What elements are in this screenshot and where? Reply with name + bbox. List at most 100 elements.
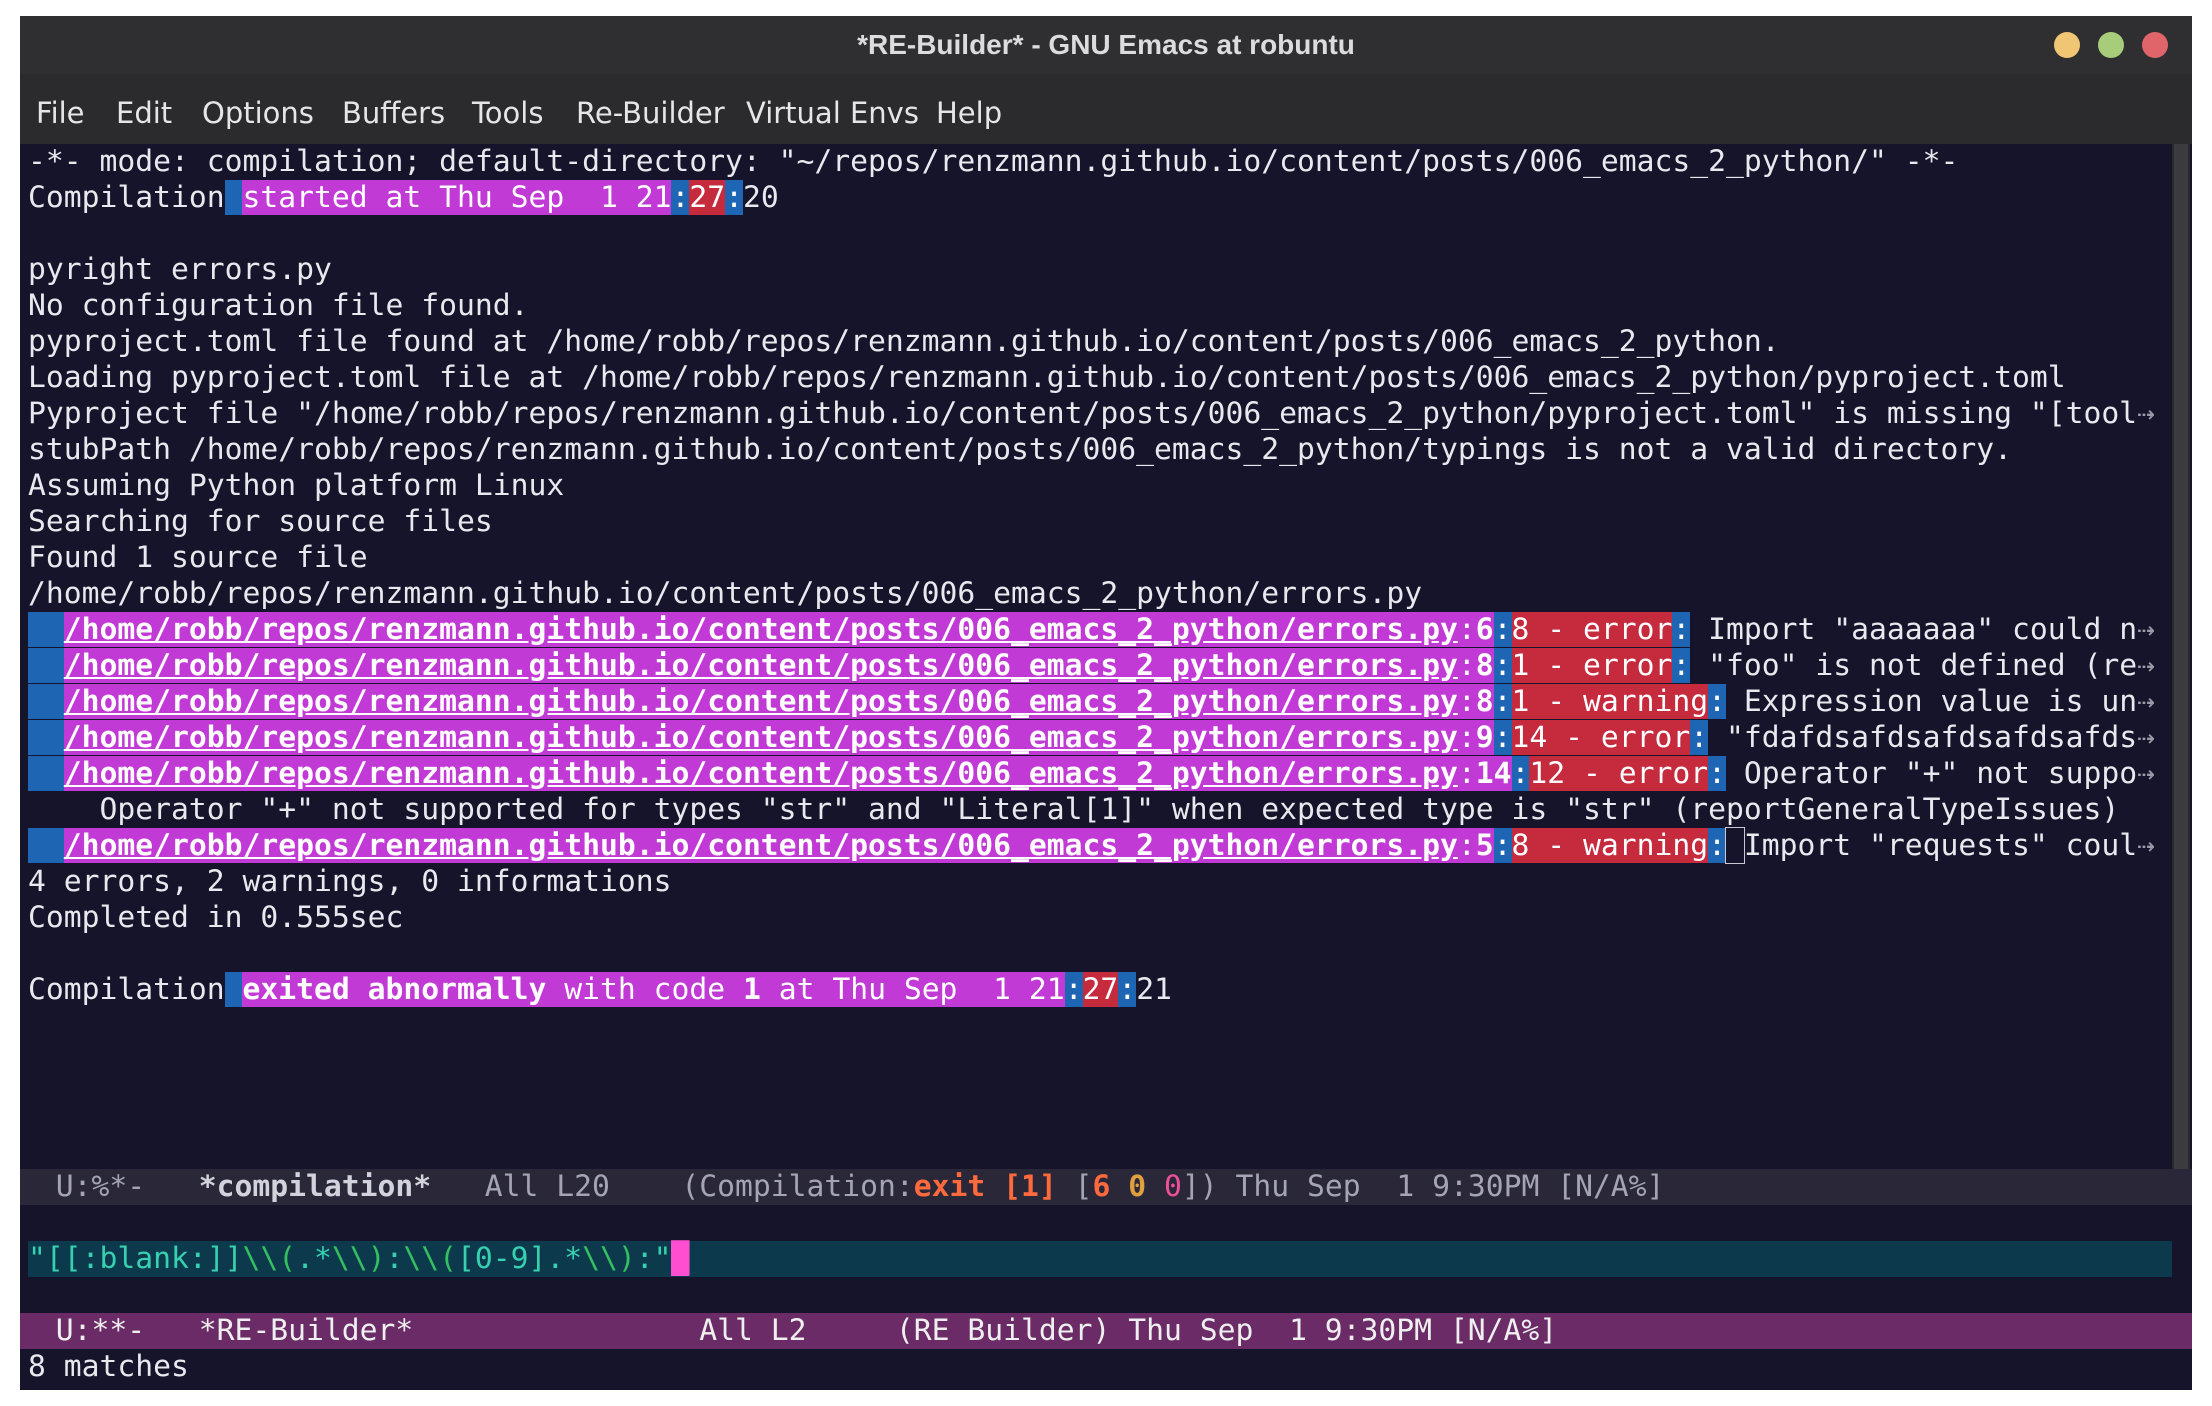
rebuilder-mode-line: U:**- *RE-Builder* All L2 (RE Builder) T… (20, 1313, 2192, 1349)
log-line: /home/robb/repos/renzmann.github.io/cont… (28, 576, 1423, 611)
summary-line: 4 errors, 2 warnings, 0 informations (28, 864, 672, 899)
match-path[interactable]: /home/robb/repos/renzmann.github.io/cont… (63, 828, 1458, 863)
match-message: Import "requests" coul (1743, 828, 2138, 863)
regexp-input[interactable]: "[[:blank:]]\\(.*\\):\\([0-9].*\\):"█ (28, 1241, 2172, 1277)
error-match-row[interactable]: /home/robb/repos/renzmann.github.io/cont… (28, 612, 2155, 648)
exited-mid-text: with code (546, 972, 743, 1007)
exited-second: 21 (1136, 972, 1172, 1007)
info-count: 0 (1163, 1169, 1182, 1204)
error-match-row[interactable]: /home/robb/repos/renzmann.github.io/cont… (28, 756, 2155, 792)
compilation-label: Compilation (28, 972, 225, 1007)
continuation-arrow-icon: ⇢ (2137, 648, 2155, 683)
regexp-quote: " (653, 1241, 672, 1276)
title-bar[interactable]: *RE-Builder* - GNU Emacs at robuntu (20, 16, 2192, 74)
scrollbar-thumb[interactable] (2174, 144, 2188, 1184)
completed-line: Completed in 0.555sec (28, 900, 404, 935)
regexp-colon: : (385, 1241, 404, 1276)
log-line: pyproject.toml file found at /home/robb/… (28, 324, 1780, 359)
buffer-state: U:%*- (55, 1169, 146, 1204)
buffer-position: All L20 (484, 1169, 610, 1204)
continuation-arrow-icon: ⇢ (2137, 684, 2155, 719)
minimize-button[interactable] (2054, 32, 2080, 58)
started-text: started at Thu Sep 1 21 (242, 180, 672, 215)
log-line: Pyproject file "/home/robb/repos/renzman… (28, 396, 2155, 432)
error-match-row[interactable]: /home/robb/repos/renzmann.github.io/cont… (28, 648, 2155, 684)
regexp-quote: " (28, 1241, 46, 1276)
menu-tools[interactable]: Tools (472, 96, 543, 130)
regexp-blank-class: [[:blank:]] (45, 1241, 243, 1276)
menu-virtual-envs[interactable]: Virtual Envs (746, 96, 919, 130)
exited-minute: 27 (1082, 972, 1119, 1007)
match-message: "fdafdsafdsafdsafdsafds (1708, 720, 2138, 755)
log-line: Found 1 source file (28, 540, 368, 575)
buffer-name[interactable]: *RE-Builder* (199, 1313, 413, 1348)
maximize-button[interactable] (2098, 32, 2124, 58)
warning-match-row[interactable]: /home/robb/repos/renzmann.github.io/cont… (28, 827, 2155, 864)
menu-re-builder[interactable]: Re-Builder (576, 96, 725, 130)
buffer-position: All L2 (699, 1313, 807, 1348)
log-line: Assuming Python platform Linux (28, 468, 565, 503)
exited-status: exited abnormally (242, 972, 547, 1007)
match-position: 1 - error (1511, 648, 1673, 683)
regexp-range: [0-9] (456, 1241, 547, 1276)
regexp-colon: : (635, 1241, 654, 1276)
match-path[interactable]: /home/robb/repos/renzmann.github.io/cont… (63, 612, 1458, 647)
compilation-mode-line: U:%*- *compilation* All L20 (Compilation… (20, 1169, 2192, 1205)
match-path[interactable]: /home/robb/repos/renzmann.github.io/cont… (63, 648, 1458, 683)
operator-detail-line: Operator "+" not supported for types "st… (28, 792, 2120, 827)
regexp-group-open: \\( (242, 1241, 297, 1276)
regexp-group-open: \\( (403, 1241, 457, 1276)
match-line: 8 (1475, 684, 1494, 719)
started-second: 20 (742, 180, 779, 215)
buffer-state: U:**- (55, 1313, 146, 1348)
regexp-group-close: \\) (582, 1241, 636, 1276)
continuation-arrow-icon: ⇢ (2137, 756, 2155, 791)
log-line-text: Pyproject file "/home/robb/repos/renzman… (28, 396, 2138, 431)
match-path[interactable]: /home/robb/repos/renzmann.github.io/cont… (63, 720, 1458, 755)
menu-buffers[interactable]: Buffers (342, 96, 445, 130)
mode-line-time: Thu Sep 1 9:30PM [N/A%] (1235, 1169, 1665, 1204)
menu-edit[interactable]: Edit (116, 96, 172, 130)
warning-match-row[interactable]: /home/robb/repos/renzmann.github.io/cont… (28, 684, 2155, 720)
log-line: No configuration file found. (28, 288, 529, 323)
compilation-exited-line: Compilation exited abnormally with code … (28, 972, 1172, 1007)
buffer-name[interactable]: *compilation* (199, 1169, 431, 1204)
mode-name[interactable]: (RE Builder) (896, 1313, 1110, 1348)
warning-count: 0 (1128, 1169, 1147, 1204)
compilation-started-line: Compilation started at Thu Sep 1 21:27:2… (28, 180, 779, 215)
match-position: 12 - error (1529, 756, 1709, 791)
exit-code: 1 (742, 972, 761, 1007)
emacs-window: *RE-Builder* - GNU Emacs at robuntu File… (20, 16, 2192, 1390)
menu-help[interactable]: Help (936, 96, 1002, 130)
log-line: Loading pyproject.toml file at /home/rob… (28, 360, 2066, 395)
match-path[interactable]: /home/robb/repos/renzmann.github.io/cont… (63, 684, 1458, 719)
mode-name[interactable]: (Compilation (681, 1169, 895, 1204)
match-line: 8 (1475, 648, 1494, 683)
continuation-arrow-icon: ⇢ (2137, 720, 2155, 755)
match-position: 1 - warning (1511, 684, 1709, 719)
error-match-row[interactable]: /home/robb/repos/renzmann.github.io/cont… (28, 720, 2155, 756)
error-count: 6 (1092, 1169, 1111, 1204)
echo-area: 8 matches (28, 1349, 189, 1384)
regexp-group-close: \\) (331, 1241, 386, 1276)
menu-bar: File Edit Options Buffers Tools Re-Build… (20, 74, 2192, 144)
match-message: Import "aaaaaaa" could n (1690, 612, 2138, 647)
menu-options[interactable]: Options (202, 96, 314, 130)
match-line: 5 (1475, 828, 1494, 863)
continuation-arrow-icon: ⇢ (2137, 828, 2155, 863)
exit-status: exit (913, 1169, 986, 1204)
regexp-any: .* (296, 1241, 332, 1276)
started-minute: 27 (689, 180, 726, 215)
match-message: "foo" is not defined (re (1690, 648, 2138, 683)
match-line: 9 (1475, 720, 1494, 755)
match-path[interactable]: /home/robb/repos/renzmann.github.io/cont… (63, 756, 1458, 791)
compilation-buffer[interactable]: -*- mode: compilation; default-directory… (28, 144, 2172, 1184)
continuation-arrow-icon: ⇢ (2137, 396, 2155, 431)
close-button[interactable] (2142, 32, 2168, 58)
exited-time: at Thu Sep 1 21 (760, 972, 1065, 1007)
match-line: 6 (1475, 612, 1494, 647)
menu-file[interactable]: File (36, 96, 85, 130)
window-title: *RE-Builder* - GNU Emacs at robuntu (857, 29, 1355, 60)
compilation-label: Compilation (28, 180, 225, 215)
match-position: 8 - error (1511, 612, 1673, 647)
